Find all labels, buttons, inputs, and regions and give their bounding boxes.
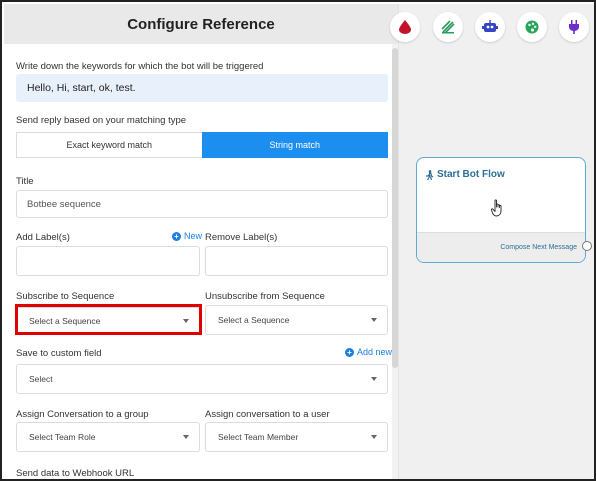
stack-icon[interactable] bbox=[433, 12, 463, 42]
node-footer: Compose Next Message bbox=[417, 232, 585, 262]
custom-field-select[interactable]: Select bbox=[16, 364, 388, 394]
panel-title: Configure Reference bbox=[127, 15, 275, 33]
chevron-down-icon bbox=[371, 318, 377, 322]
add-new-link-text: Add new bbox=[357, 347, 393, 357]
hand-pointer-icon bbox=[491, 199, 505, 222]
screenshot-frame: Configure Reference Write down the keywo… bbox=[0, 0, 596, 481]
flow-canvas[interactable]: Start Bot Flow Compose Next Message bbox=[390, 4, 594, 479]
assign-user-select[interactable]: Select Team Member bbox=[205, 422, 388, 452]
custom-field-value: Select bbox=[29, 374, 53, 384]
add-labels-input[interactable] bbox=[16, 246, 200, 276]
palette-icon[interactable] bbox=[517, 12, 547, 42]
assign-group-value: Select Team Role bbox=[29, 432, 96, 442]
remove-labels-input[interactable] bbox=[205, 246, 388, 276]
add-labels-label: Add Label(s) bbox=[16, 232, 70, 243]
exact-match-button[interactable]: Exact keyword match bbox=[16, 132, 202, 158]
panel-header: Configure Reference bbox=[4, 4, 398, 44]
new-label-link-text: New bbox=[184, 231, 203, 241]
title-input[interactable]: Botbee sequence bbox=[16, 190, 388, 218]
walking-person-icon bbox=[426, 169, 434, 180]
blood-drop-icon[interactable] bbox=[390, 12, 420, 42]
title-label: Title bbox=[16, 176, 34, 187]
match-type-toggle: Exact keyword match String match bbox=[16, 132, 388, 158]
node-output-connector[interactable] bbox=[582, 241, 592, 251]
chevron-down-icon bbox=[371, 377, 377, 381]
assign-user-label: Assign conversation to a user bbox=[205, 409, 330, 420]
chevron-down-icon bbox=[183, 435, 189, 439]
keywords-label: Write down the keywords for which the bo… bbox=[16, 61, 264, 72]
unsubscribe-sequence-select[interactable]: Select a Sequence bbox=[205, 305, 388, 335]
node-title: Start Bot Flow bbox=[425, 169, 505, 180]
remove-labels-label: Remove Label(s) bbox=[205, 232, 278, 243]
add-new-custom-field-link[interactable]: + Add new bbox=[345, 347, 392, 357]
string-match-button[interactable]: String match bbox=[201, 132, 388, 158]
assign-group-select[interactable]: Select Team Role bbox=[16, 422, 200, 452]
subscribe-sequence-label: Subscribe to Sequence bbox=[16, 291, 115, 302]
node-title-text: Start Bot Flow bbox=[437, 169, 505, 180]
webhook-label: Send data to Webhook URL bbox=[16, 468, 135, 479]
new-label-link[interactable]: + New bbox=[172, 231, 202, 241]
robot-icon[interactable] bbox=[475, 12, 505, 42]
chevron-down-icon bbox=[371, 435, 377, 439]
highlight-box bbox=[15, 304, 202, 335]
plus-circle-icon: + bbox=[345, 347, 354, 357]
plus-circle-icon: + bbox=[172, 231, 181, 241]
configure-panel: Configure Reference Write down the keywo… bbox=[4, 4, 398, 479]
plug-icon[interactable] bbox=[559, 12, 589, 42]
keywords-input[interactable]: Hello, Hi, start, ok, test. bbox=[16, 74, 388, 102]
unsubscribe-sequence-label: Unsubscribe from Sequence bbox=[205, 291, 325, 302]
reply-type-label: Send reply based on your matching type bbox=[16, 115, 187, 126]
custom-field-label: Save to custom field bbox=[16, 348, 102, 359]
compose-next-message-link[interactable]: Compose Next Message bbox=[500, 244, 577, 251]
assign-user-value: Select Team Member bbox=[218, 432, 299, 442]
assign-group-label: Assign Conversation to a group bbox=[16, 409, 149, 420]
unsubscribe-sequence-value: Select a Sequence bbox=[218, 315, 290, 325]
